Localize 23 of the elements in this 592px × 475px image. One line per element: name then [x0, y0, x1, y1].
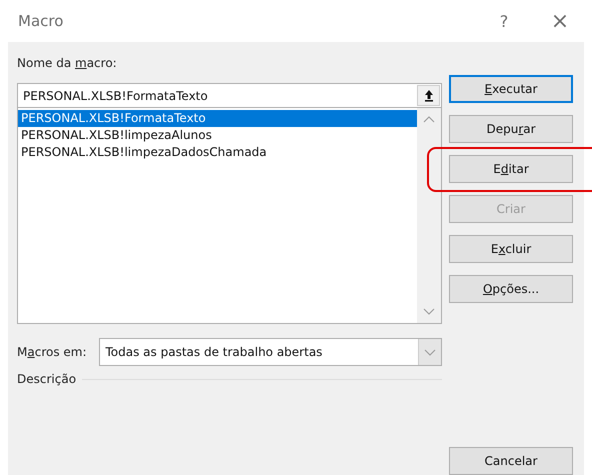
macro-list-item[interactable]: PERSONAL.XLSB!limpezaDadosChamada — [18, 144, 417, 161]
section-label: Descrição — [17, 372, 76, 386]
chevron-down-icon — [423, 308, 435, 315]
field-label: Nome da macro: — [17, 56, 118, 70]
macro-list-item[interactable]: PERSONAL.XLSB!limpezaAlunos — [18, 127, 417, 144]
chevron-up-icon — [423, 116, 435, 123]
upload-button[interactable] — [417, 85, 440, 106]
field-label: Macros em: — [17, 345, 87, 359]
arrow-up-icon — [424, 89, 434, 102]
macro-name-field[interactable]: PERSONAL.XLSB!FormataTexto — [17, 83, 442, 108]
macros-in-dropdown[interactable]: Todas as pastas de trabalho abertas — [98, 338, 442, 366]
chevron-down-icon — [424, 348, 436, 356]
macro-list-item[interactable]: PERSONAL.XLSB!FormataTexto — [18, 110, 417, 127]
dialog-button[interactable]: Editar — [449, 155, 573, 183]
cancel-button[interactable]: Cancelar — [449, 447, 573, 475]
help-button[interactable]: ? — [490, 12, 518, 30]
scrollbar[interactable] — [417, 108, 441, 323]
close-button[interactable]: × — [546, 8, 574, 34]
window-title: Macro — [18, 12, 64, 30]
dialog-button[interactable]: Executar — [449, 75, 573, 103]
dialog-button[interactable]: Opções... — [449, 275, 573, 303]
dialog-button[interactable]: Depurar — [449, 115, 573, 143]
dialog-button[interactable]: Excluir — [449, 235, 573, 263]
